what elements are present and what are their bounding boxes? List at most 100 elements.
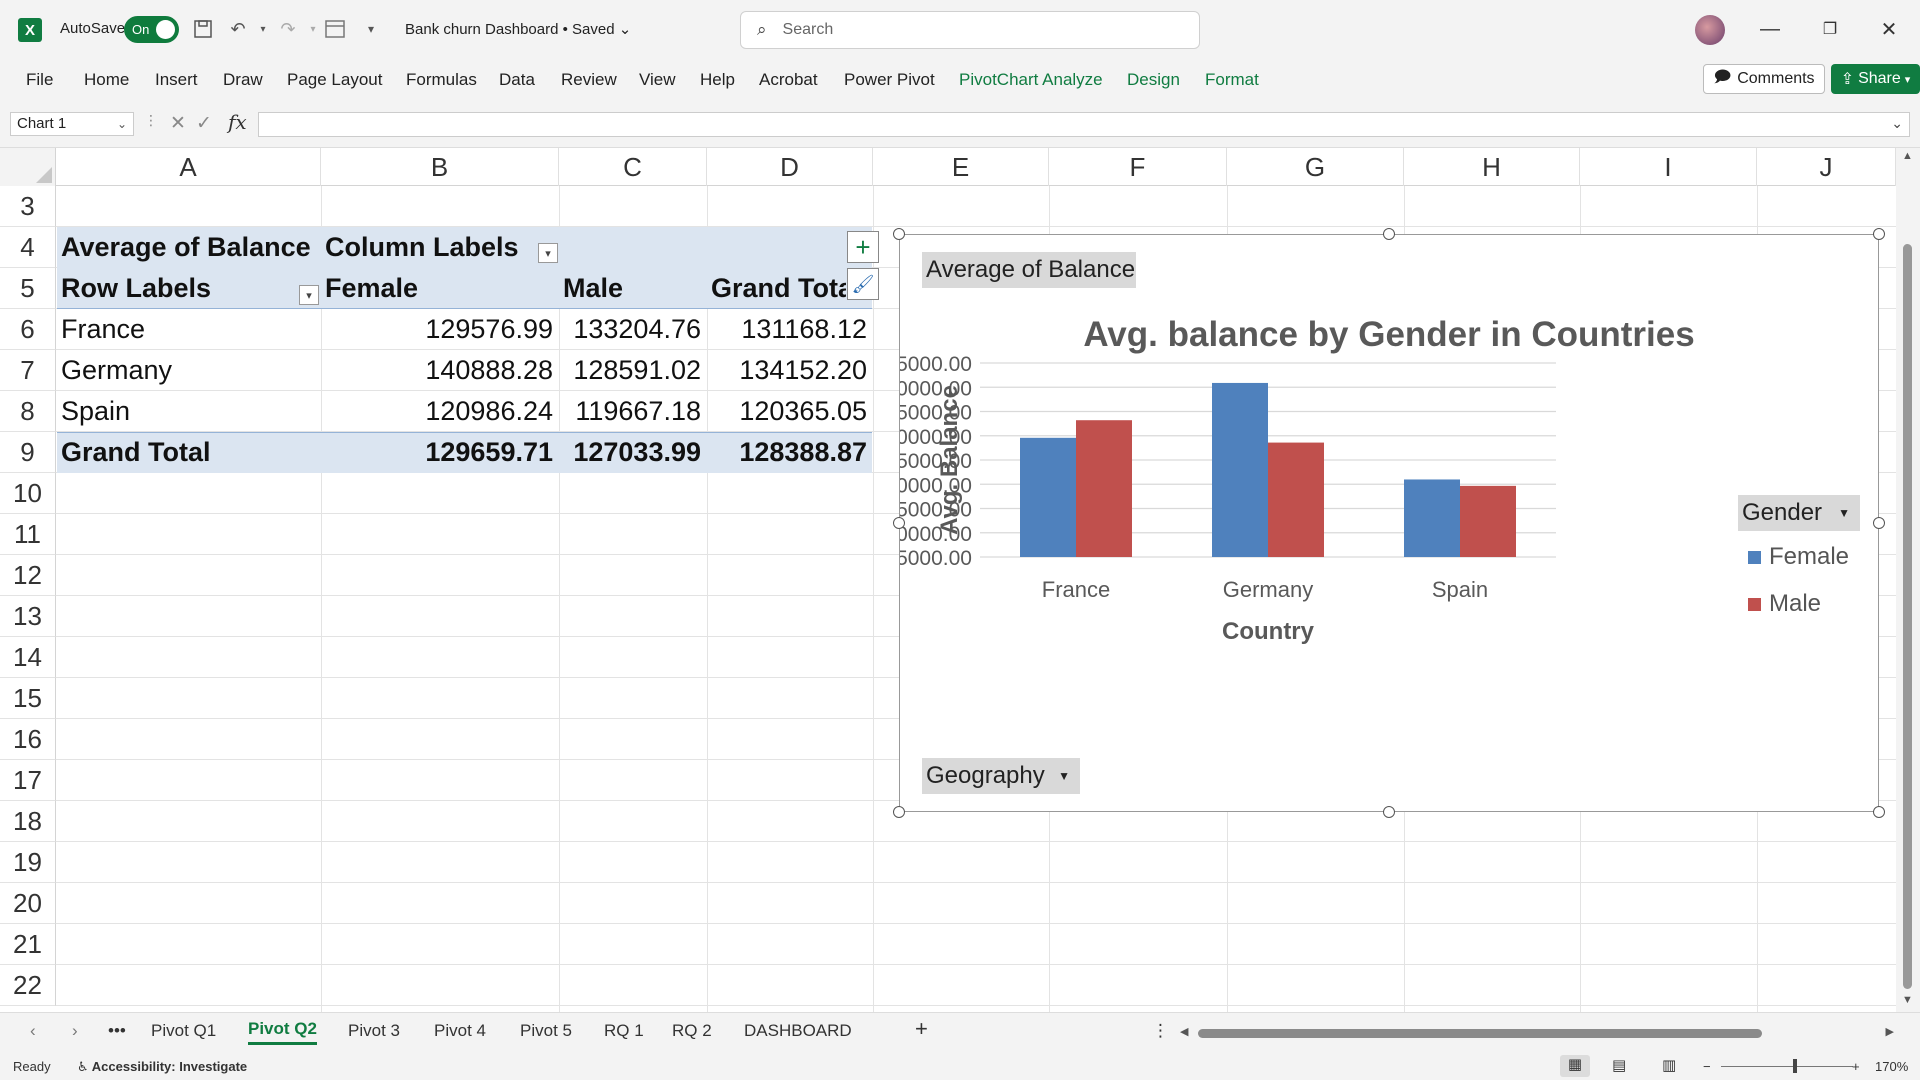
tab-view[interactable]: View bbox=[639, 70, 676, 90]
column-header-d[interactable]: D bbox=[707, 148, 873, 186]
resize-handle[interactable] bbox=[1873, 517, 1885, 529]
row-header-7[interactable]: 7 bbox=[0, 350, 56, 391]
undo-icon[interactable]: ↶ bbox=[225, 16, 251, 42]
search-input[interactable]: ⌕ Search bbox=[740, 11, 1200, 49]
form-icon[interactable] bbox=[322, 16, 348, 42]
tab-data[interactable]: Data bbox=[499, 70, 535, 90]
more-sheets-icon[interactable]: ••• bbox=[108, 1021, 126, 1041]
next-sheet-icon[interactable]: › bbox=[72, 1021, 78, 1041]
tab-home[interactable]: Home bbox=[84, 70, 129, 90]
pivot-cell[interactable]: 119667.18 bbox=[559, 391, 707, 432]
column-header-g[interactable]: G bbox=[1227, 148, 1404, 186]
pivot-cell[interactable]: 128591.02 bbox=[559, 350, 707, 391]
row-header-10[interactable]: 10 bbox=[0, 473, 56, 514]
scrollbar-thumb[interactable] bbox=[1198, 1029, 1762, 1038]
chart-styles-button[interactable]: 🖌 bbox=[847, 268, 879, 300]
pivot-header-male[interactable]: Male bbox=[563, 268, 707, 309]
resize-handle[interactable] bbox=[893, 517, 905, 529]
tab-page-layout[interactable]: Page Layout bbox=[287, 70, 382, 90]
sheet-tab-rq-2[interactable]: RQ 2 bbox=[672, 1021, 712, 1041]
pivot-cell[interactable]: 140888.28 bbox=[321, 350, 559, 391]
row-header-20[interactable]: 20 bbox=[0, 883, 56, 924]
page-break-view-icon[interactable]: ▥ bbox=[1662, 1056, 1676, 1074]
row-header-3[interactable]: 3 bbox=[0, 186, 56, 227]
tab-formulas[interactable]: Formulas bbox=[406, 70, 477, 90]
row-header-8[interactable]: 8 bbox=[0, 391, 56, 432]
normal-view-icon[interactable]: ▦ bbox=[1560, 1055, 1590, 1077]
resize-handle[interactable] bbox=[893, 228, 905, 240]
row-header-18[interactable]: 18 bbox=[0, 801, 56, 842]
column-header-e[interactable]: E bbox=[873, 148, 1049, 186]
pivot-cell[interactable]: 120365.05 bbox=[707, 391, 873, 432]
zoom-slider-thumb[interactable] bbox=[1793, 1059, 1797, 1073]
cancel-icon[interactable]: ✕ bbox=[170, 112, 186, 135]
pivot-cell[interactable]: 133204.76 bbox=[559, 309, 707, 350]
column-header-j[interactable]: J bbox=[1757, 148, 1896, 186]
formula-input[interactable]: ⌄ bbox=[258, 112, 1910, 137]
close-icon[interactable]: ✕ bbox=[1874, 14, 1904, 44]
vertical-scrollbar[interactable]: ▲ ▼ bbox=[1896, 148, 1920, 1012]
row-header-6[interactable]: 6 bbox=[0, 309, 56, 350]
zoom-out-icon[interactable]: − bbox=[1703, 1059, 1711, 1074]
share-button[interactable]: ⇪ Share ▾ bbox=[1831, 64, 1920, 94]
tab-draw[interactable]: Draw bbox=[223, 70, 263, 90]
row-header-21[interactable]: 21 bbox=[0, 924, 56, 965]
scroll-right-icon[interactable]: ▶ bbox=[1886, 1025, 1894, 1038]
pivot-cell[interactable]: 134152.20 bbox=[707, 350, 873, 391]
more-options-icon[interactable]: ⋮ bbox=[144, 112, 158, 129]
zoom-in-icon[interactable]: + bbox=[1852, 1059, 1860, 1074]
row-header-15[interactable]: 15 bbox=[0, 678, 56, 719]
legend-item-female[interactable]: Female bbox=[1748, 543, 1849, 571]
resize-handle[interactable] bbox=[1383, 228, 1395, 240]
chevron-down-icon[interactable]: ⌄ bbox=[117, 113, 127, 135]
tab-design[interactable]: Design bbox=[1127, 70, 1180, 90]
chart-plot[interactable]: 105000.00110000.00115000.00120000.001250… bbox=[900, 235, 1880, 813]
pivot-cell[interactable]: 131168.12 bbox=[707, 309, 873, 350]
pivot-total-cell[interactable]: 128388.87 bbox=[707, 432, 873, 473]
tab-power-pivot[interactable]: Power Pivot bbox=[844, 70, 935, 90]
scroll-down-icon[interactable]: ▼ bbox=[1902, 994, 1913, 1006]
row-header-22[interactable]: 22 bbox=[0, 965, 56, 1006]
row-header-12[interactable]: 12 bbox=[0, 555, 56, 596]
autosave-toggle[interactable]: On bbox=[124, 16, 179, 43]
column-header-h[interactable]: H bbox=[1404, 148, 1580, 186]
row-header-19[interactable]: 19 bbox=[0, 842, 56, 883]
zoom-level[interactable]: 170% bbox=[1875, 1059, 1908, 1074]
resize-handle[interactable] bbox=[893, 806, 905, 818]
pivot-header-grand-total[interactable]: Grand Total bbox=[711, 268, 846, 309]
row-header-9[interactable]: 9 bbox=[0, 432, 56, 473]
column-header-c[interactable]: C bbox=[559, 148, 707, 186]
tab-review[interactable]: Review bbox=[561, 70, 617, 90]
column-header-b[interactable]: B bbox=[321, 148, 559, 186]
sheet-tab-rq-1[interactable]: RQ 1 bbox=[604, 1021, 644, 1041]
name-box[interactable]: Chart 1 ⌄ bbox=[10, 112, 134, 136]
sheet-tab-pivot-q1[interactable]: Pivot Q1 bbox=[151, 1021, 216, 1041]
chart-elements-button[interactable]: + bbox=[847, 231, 879, 263]
redo-icon[interactable]: ↷ bbox=[275, 16, 301, 42]
scrollbar-thumb[interactable] bbox=[1903, 244, 1912, 989]
pivot-column-labels[interactable]: Column Labels bbox=[325, 227, 559, 268]
pivot-grand-total-label[interactable]: Grand Total bbox=[61, 432, 321, 473]
expand-formula-icon[interactable]: ⌄ bbox=[1891, 115, 1903, 132]
page-layout-view-icon[interactable]: ▤ bbox=[1612, 1056, 1626, 1074]
legend-item-male[interactable]: Male bbox=[1748, 590, 1821, 618]
pivot-cell[interactable]: 120986.24 bbox=[321, 391, 559, 432]
tab-file[interactable]: File bbox=[26, 70, 53, 90]
enter-icon[interactable]: ✓ bbox=[196, 112, 212, 135]
restore-icon[interactable]: ❐ bbox=[1815, 14, 1845, 44]
resize-handle[interactable] bbox=[1873, 806, 1885, 818]
insert-function-icon[interactable]: fx bbox=[228, 110, 247, 134]
pivot-row-label[interactable]: Germany bbox=[61, 350, 321, 391]
sheet-tab-dashboard[interactable]: DASHBOARD bbox=[744, 1021, 852, 1041]
pivot-measure-label[interactable]: Average of Balance bbox=[61, 227, 321, 268]
sheet-tab-pivot-4[interactable]: Pivot 4 bbox=[434, 1021, 486, 1041]
column-header-a[interactable]: A bbox=[56, 148, 321, 186]
row-header-14[interactable]: 14 bbox=[0, 637, 56, 678]
minimize-icon[interactable]: — bbox=[1755, 14, 1785, 44]
legend-field-button[interactable]: Gender ▼ bbox=[1738, 495, 1860, 531]
add-sheet-icon[interactable]: + bbox=[915, 1016, 928, 1042]
tab-acrobat[interactable]: Acrobat bbox=[759, 70, 818, 90]
select-all-corner[interactable] bbox=[0, 148, 56, 186]
pivot-header-female[interactable]: Female bbox=[325, 268, 559, 309]
comments-button[interactable]: 🗩 Comments bbox=[1703, 64, 1825, 94]
